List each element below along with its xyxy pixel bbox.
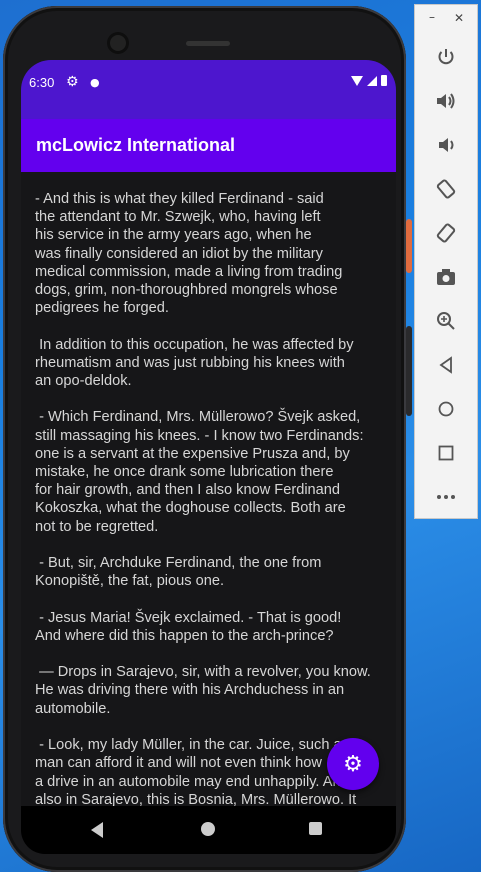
battery-icon — [381, 75, 387, 86]
status-time: 6:30 — [29, 75, 55, 90]
front-camera — [110, 35, 126, 51]
gear-icon: ⚙ — [66, 74, 79, 90]
phone-frame: 6:30 ⚙ ● mcLowicz International - And th… — [3, 6, 412, 872]
status-icons — [351, 75, 387, 86]
emulator-window-controls: – ✕ — [415, 10, 477, 27]
volume-side-button[interactable] — [406, 326, 412, 416]
power-side-button[interactable] — [406, 219, 412, 273]
home-icon[interactable] — [415, 394, 477, 424]
overview-icon[interactable] — [415, 438, 477, 468]
rotate-right-icon[interactable] — [415, 218, 477, 248]
settings-fab-button[interactable]: ⚙ — [327, 738, 379, 790]
close-button[interactable]: ✕ — [454, 11, 464, 25]
device-screen: 6:30 ⚙ ● mcLowicz International - And th… — [21, 60, 396, 854]
zoom-icon[interactable] — [415, 306, 477, 336]
earpiece-speaker — [186, 41, 230, 46]
camera-icon[interactable] — [415, 262, 477, 292]
back-icon[interactable] — [415, 350, 477, 380]
navigation-bar — [21, 806, 396, 854]
power-icon[interactable] — [415, 42, 477, 72]
nav-home-button[interactable] — [201, 822, 215, 836]
volume-up-icon[interactable] — [415, 86, 477, 116]
more-icon[interactable] — [415, 482, 477, 512]
wifi-icon — [351, 75, 363, 86]
nav-back-button[interactable] — [91, 822, 103, 838]
minimize-button[interactable]: – — [429, 10, 435, 24]
app-bar: mcLowicz International — [21, 119, 396, 172]
nav-recents-button[interactable] — [309, 822, 322, 835]
settings-gear-icon: ⚙ — [343, 751, 363, 777]
notification-dot-icon: ● — [90, 76, 100, 89]
volume-down-icon[interactable] — [415, 130, 477, 160]
story-text: - And this is what they killed Ferdinand… — [35, 191, 371, 806]
rotate-left-icon[interactable] — [415, 174, 477, 204]
emulator-toolbar: – ✕ — [414, 4, 478, 519]
app-title: mcLowicz International — [36, 135, 236, 155]
signal-icon — [367, 75, 377, 86]
status-bar: 6:30 ⚙ ● — [21, 60, 396, 119]
text-content-area[interactable]: - And this is what they killed Ferdinand… — [21, 172, 396, 806]
